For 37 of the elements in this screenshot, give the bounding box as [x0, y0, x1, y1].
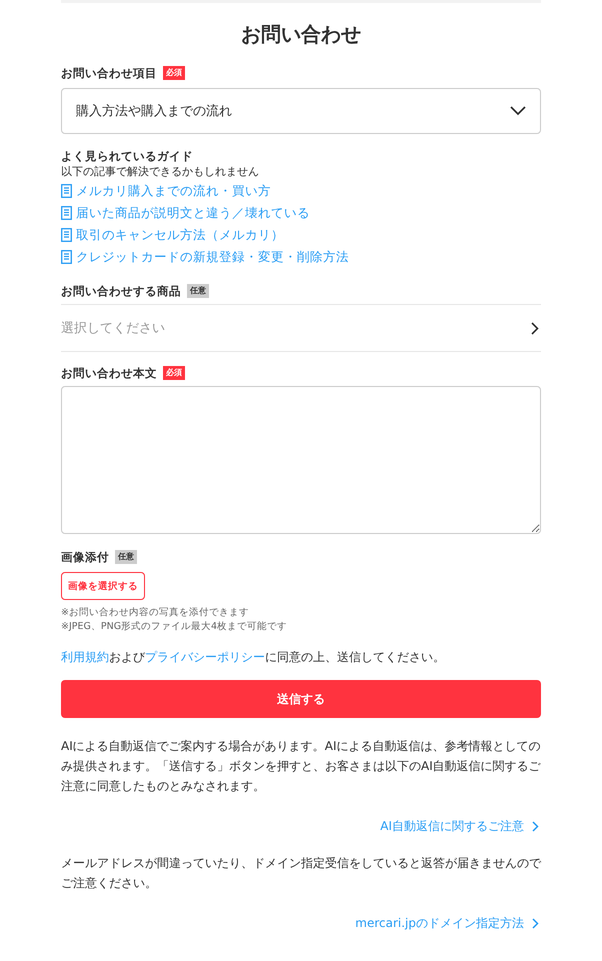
policy-link[interactable]: 利用規約 [61, 650, 109, 664]
field-label: お問い合わせ項目 [61, 66, 157, 80]
product-picker[interactable]: 選択してください [61, 304, 541, 352]
document-icon [61, 184, 72, 198]
message-textarea[interactable] [61, 386, 541, 534]
field-label: お問い合わせ本文 [61, 366, 157, 380]
chevron-right-icon [532, 821, 539, 832]
chevron-right-icon [532, 918, 539, 929]
submit-button[interactable]: 送信する [61, 680, 541, 718]
guide-heading: よく見られているガイド [61, 148, 194, 164]
document-icon [61, 206, 72, 220]
page-title: お問い合わせ [240, 21, 362, 48]
chevron-right-icon [531, 322, 539, 334]
field-label: 画像添付 [61, 550, 109, 564]
required-badge: 必須 [163, 66, 185, 80]
agreement-text: 利用規約およびプライバシーポリシーに同意の上、送信してください。 [61, 649, 446, 666]
chevron-down-icon [510, 106, 526, 116]
note-text: ※お問い合わせ内容の写真を添付できます [61, 606, 250, 620]
select-image-button[interactable]: 画像を選択する [61, 572, 145, 600]
guide-link[interactable]: 届いた商品が説明文と違う／壊れている [76, 204, 310, 222]
optional-badge: 任意 [187, 284, 209, 298]
document-icon [61, 250, 72, 264]
field-label: お問い合わせする商品 [61, 284, 181, 298]
notice-text: メールアドレスが間違っていたり、ドメイン指定受信をしていると返答が届きませんのでご注意ください。 [61, 855, 541, 892]
info-link[interactable]: AI自動返信に関するご注意 [380, 818, 524, 835]
guide-link[interactable]: メルカリ購入までの流れ・買い方 [76, 182, 271, 200]
policy-link[interactable]: プライバシーポリシー [145, 650, 265, 664]
guide-subheading: 以下の記事で解決できるかもしれません [61, 164, 260, 180]
optional-badge: 任意 [115, 550, 137, 564]
required-badge: 必須 [163, 366, 185, 380]
info-link[interactable]: mercari.jpのドメイン指定方法 [355, 915, 524, 932]
note-text: ※JPEG、PNG形式のファイル最大4枚まで可能です [61, 620, 288, 634]
notice-text: AIによる自動返信でご案内する場合があります。AIによる自動返信は、参考情報としてのみ提供されます。「送信する」ボタンを押すと、お客さまは以下のAI自動返信に関するご注意に同意したものとみなされます。 [61, 738, 541, 795]
guide-link[interactable]: 取引のキャンセル方法（メルカリ） [76, 226, 284, 244]
guide-link[interactable]: クレジットカードの新規登録・変更・削除方法 [76, 248, 349, 266]
category-select[interactable]: 購入方法や購入までの流れ [61, 88, 541, 134]
document-icon [61, 228, 72, 242]
